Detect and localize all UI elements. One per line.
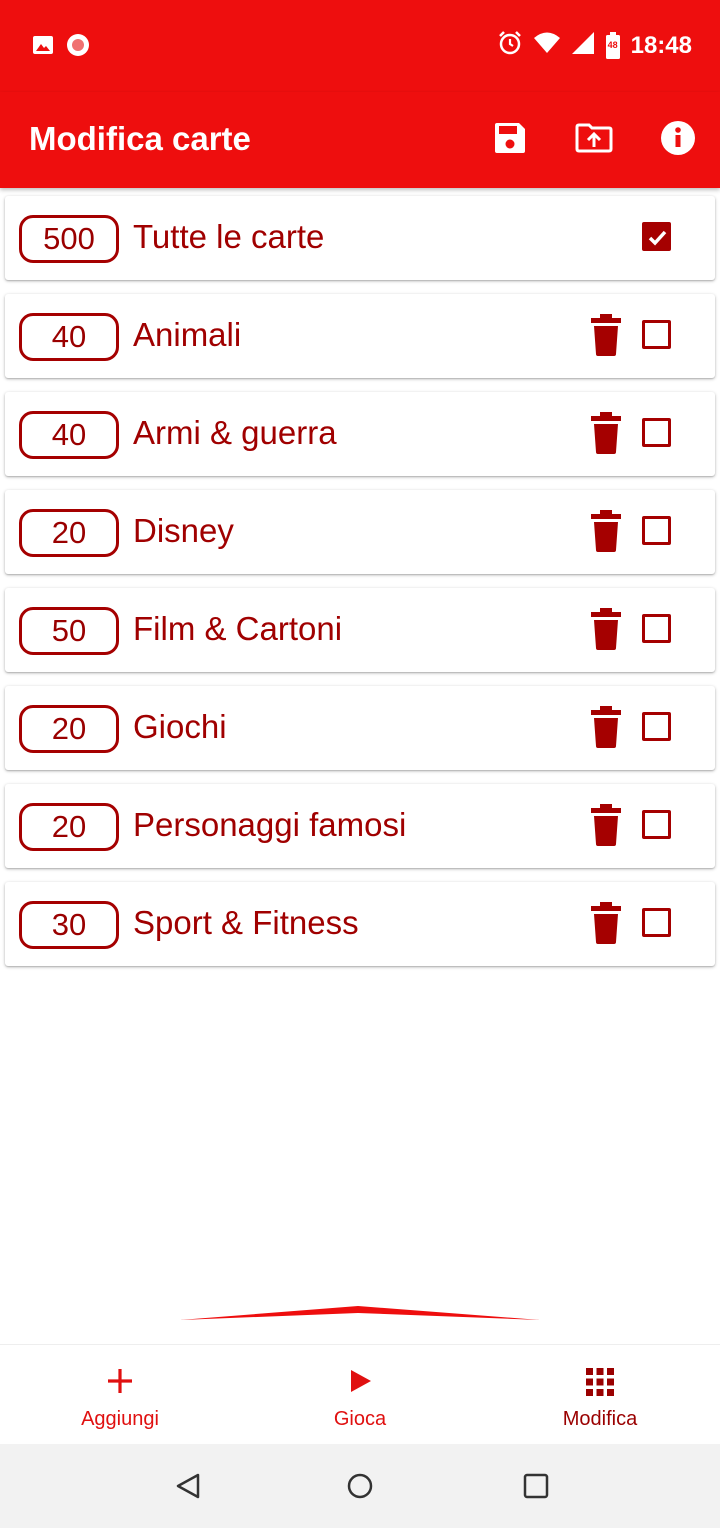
list-item[interactable]: 20 Giochi [5, 686, 715, 770]
checkbox[interactable] [642, 222, 671, 251]
nav-aggiungi[interactable]: Aggiungi [0, 1345, 240, 1445]
nav-label: Gioca [333, 1408, 387, 1430]
list-item-label: Animali [133, 316, 242, 353]
list-item-label: Giochi [133, 708, 227, 745]
status-bar: 48 18:48 [0, 0, 720, 92]
list-item[interactable]: 500 Tutte le carte [5, 196, 715, 280]
card-count-badge: 20 [19, 509, 119, 557]
card-count-badge: 20 [19, 803, 119, 851]
save-button[interactable] [490, 120, 530, 160]
back-icon [176, 1473, 200, 1499]
nav-gioca[interactable]: Gioca [240, 1345, 480, 1445]
grid-icon [585, 1367, 615, 1402]
trash-icon [591, 510, 621, 552]
card-count-badge: 40 [19, 411, 119, 459]
upload-button[interactable] [574, 120, 614, 160]
delete-button[interactable] [590, 706, 622, 753]
card-count-badge: 40 [19, 313, 119, 361]
trash-icon [591, 902, 621, 944]
trash-icon [591, 706, 621, 748]
list-item[interactable]: 30 Sport & Fitness [5, 882, 715, 966]
bottom-navigation: Aggiungi Gioca Modifica [0, 1344, 720, 1445]
info-icon [660, 120, 696, 161]
info-button[interactable] [658, 120, 698, 160]
list-item[interactable]: 40 Animali [5, 294, 715, 378]
nav-modifica[interactable]: Modifica [480, 1345, 720, 1445]
delete-button[interactable] [590, 412, 622, 459]
checkbox[interactable] [642, 614, 671, 643]
home-button[interactable] [346, 1472, 374, 1505]
plus-icon [106, 1367, 134, 1400]
card-count-badge: 500 [19, 215, 119, 263]
delete-button[interactable] [590, 510, 622, 557]
page-title: Modifica carte [29, 120, 251, 157]
battery-level: 48 [607, 39, 618, 50]
checkbox[interactable] [642, 418, 671, 447]
card-count-badge: 30 [19, 901, 119, 949]
checkbox[interactable] [642, 516, 671, 545]
alarm-icon [497, 30, 523, 61]
recents-button[interactable] [522, 1472, 550, 1505]
trash-icon [591, 412, 621, 454]
delete-button[interactable] [590, 902, 622, 949]
system-navigation-bar [0, 1444, 720, 1528]
trash-icon [591, 608, 621, 650]
list-item-label: Tutte le carte [133, 218, 325, 255]
record-icon [66, 33, 90, 62]
status-time: 18:48 [630, 31, 692, 59]
list-item[interactable]: 20 Disney [5, 490, 715, 574]
deck-list: 500 Tutte le carte 40 Animali 40 Armi & … [5, 196, 715, 980]
list-item-label: Film & Cartoni [133, 610, 343, 647]
checkbox[interactable] [642, 320, 671, 349]
checkbox[interactable] [642, 908, 671, 937]
checkbox[interactable] [642, 712, 671, 741]
list-item[interactable]: 20 Personaggi famosi [5, 784, 715, 868]
list-item[interactable]: 50 Film & Cartoni [5, 588, 715, 672]
list-item-label: Personaggi famosi [133, 806, 407, 843]
battery-icon: 48 [605, 31, 621, 60]
list-item-label: Sport & Fitness [133, 904, 359, 941]
upload-icon [575, 123, 613, 158]
delete-button[interactable] [590, 804, 622, 851]
card-count-badge: 20 [19, 705, 119, 753]
recents-icon [523, 1473, 549, 1499]
home-icon [347, 1473, 373, 1499]
card-count-badge: 50 [19, 607, 119, 655]
checkbox[interactable] [642, 810, 671, 839]
trash-icon [591, 804, 621, 846]
app-bar: Modifica carte [0, 92, 720, 188]
check-icon [648, 230, 667, 246]
decorative-swoosh [180, 1306, 540, 1320]
signal-icon [571, 31, 595, 60]
delete-button[interactable] [590, 608, 622, 655]
list-item[interactable]: 40 Armi & guerra [5, 392, 715, 476]
delete-button[interactable] [590, 314, 622, 361]
save-icon [493, 121, 527, 160]
wifi-icon [533, 31, 561, 60]
nav-label: Modifica [562, 1408, 638, 1430]
list-item-label: Armi & guerra [133, 414, 337, 451]
nav-label: Aggiungi [81, 1408, 159, 1430]
back-button[interactable] [174, 1472, 202, 1505]
list-item-label: Disney [133, 512, 234, 549]
trash-icon [591, 314, 621, 356]
play-icon [346, 1367, 374, 1400]
image-icon [32, 34, 54, 61]
